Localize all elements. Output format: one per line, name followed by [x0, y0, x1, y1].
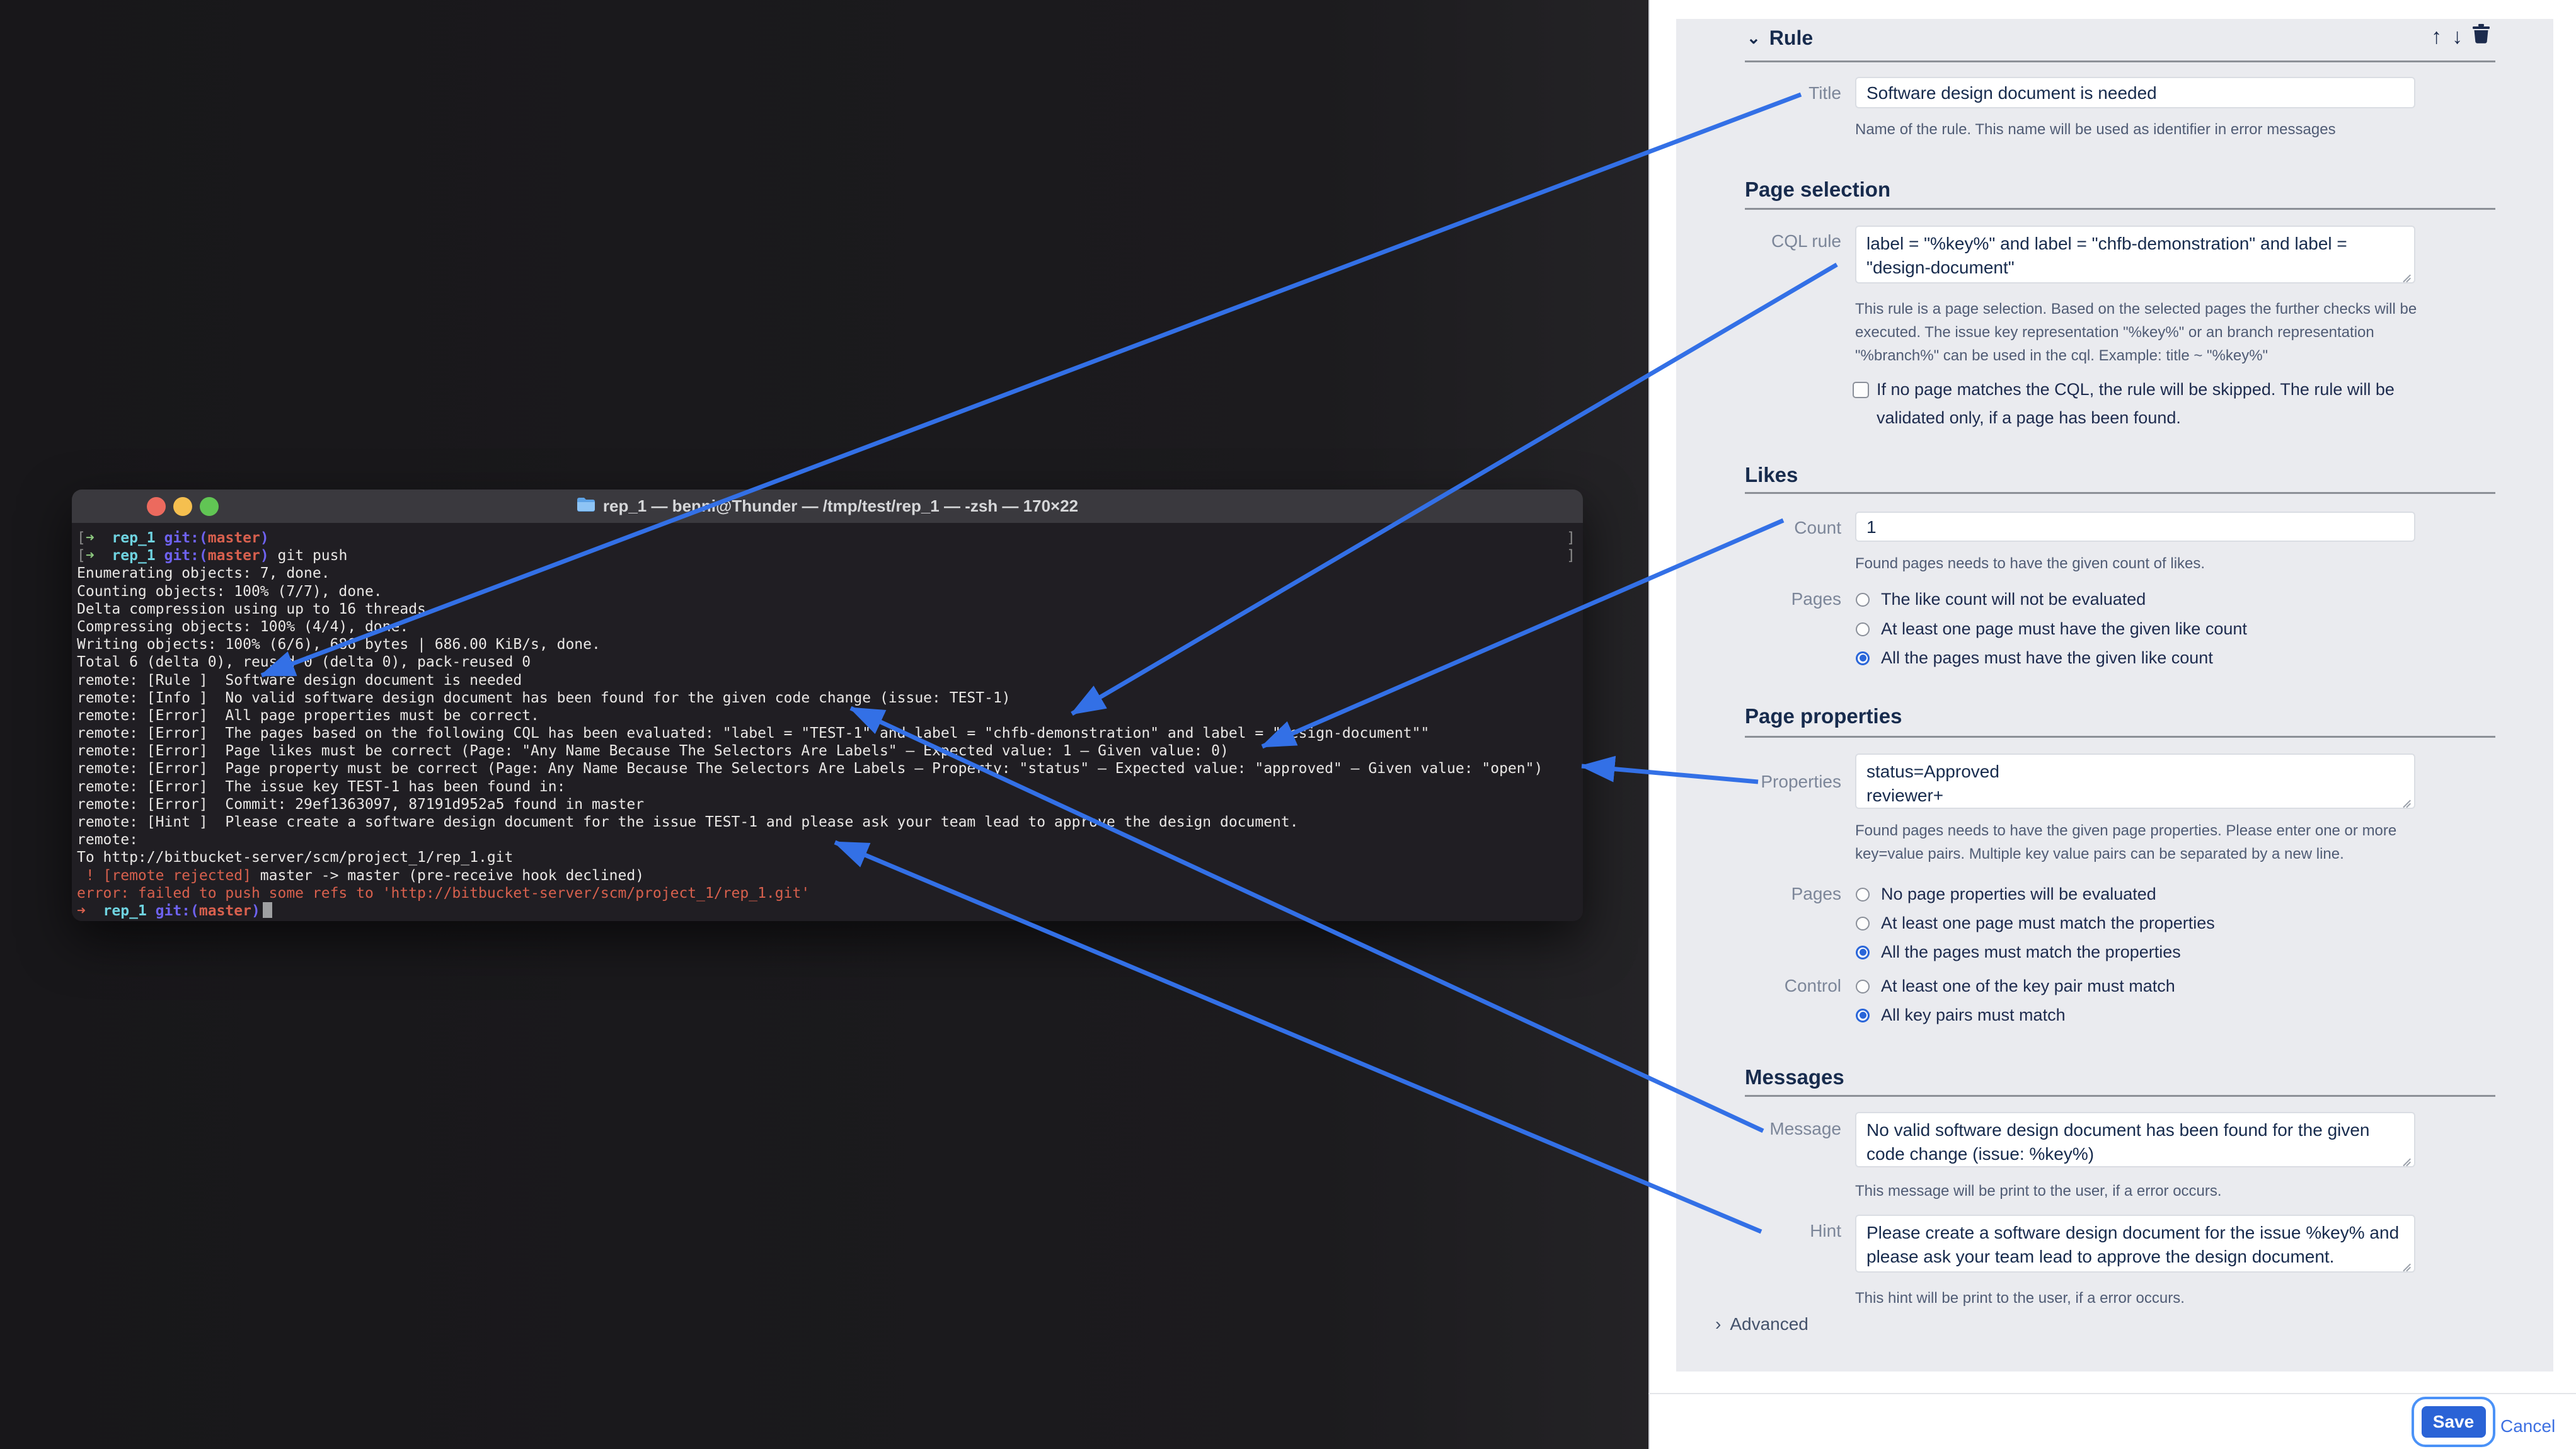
- properties-field-label: Properties: [1676, 772, 1841, 792]
- terminal-line: remote: [Error] Page property must be co…: [72, 760, 1583, 777]
- control-option-0[interactable]: At least one of the key pair must match: [1856, 976, 2175, 996]
- message-field-label: Message: [1676, 1119, 1841, 1139]
- terminal-output: [➜ rep_1 git:(master)][➜ rep_1 git:(mast…: [72, 523, 1583, 921]
- cancel-link[interactable]: Cancel: [2500, 1416, 2555, 1436]
- hint-textarea[interactable]: Please create a software design document…: [1855, 1215, 2415, 1273]
- properties-pages-label: Pages: [1676, 884, 1841, 904]
- folder-icon: [577, 496, 595, 517]
- likes-pages-option-1[interactable]: At least one page must have the given li…: [1856, 619, 2247, 639]
- terminal-line: remote: [Error] Commit: 29ef1363097, 871…: [72, 796, 1583, 813]
- delete-rule-icon[interactable]: [2473, 24, 2490, 49]
- cql-rule-textarea[interactable]: label = "%key%" and label = "chfb-demons…: [1855, 226, 2415, 284]
- divider: [1745, 1095, 2495, 1097]
- messages-heading: Messages: [1745, 1065, 1844, 1089]
- cql-helper-text: This rule is a page selection. Based on …: [1855, 297, 2447, 367]
- terminal-line: Writing objects: 100% (6/6), 686 bytes |…: [72, 636, 1583, 653]
- properties-pages-option-2[interactable]: All the pages must match the properties: [1856, 942, 2181, 962]
- message-helper-text: This message will be print to the user, …: [1855, 1179, 2447, 1203]
- radio-icon[interactable]: [1856, 917, 1870, 931]
- divider: [1745, 60, 2495, 62]
- terminal-title: rep_1 — benni@Thunder — /tmp/test/rep_1 …: [577, 496, 1078, 517]
- message-textarea[interactable]: No valid software design document has be…: [1855, 1112, 2415, 1167]
- terminal-line: remote: [Error] Page likes must be corre…: [72, 742, 1583, 760]
- rule-section-title: Rule: [1769, 26, 1813, 50]
- panel-divider: [1648, 0, 1650, 1449]
- move-rule-up-icon[interactable]: ↑: [2431, 25, 2442, 49]
- likes-pages-label: Pages: [1676, 589, 1841, 609]
- chevron-down-icon: ⌄: [1747, 28, 1761, 48]
- control-option-1[interactable]: All key pairs must match: [1856, 1005, 2066, 1025]
- hint-field-label: Hint: [1676, 1221, 1841, 1241]
- terminal-line: remote: [Error] The pages based on the f…: [72, 724, 1583, 742]
- terminal-line: Compressing objects: 100% (4/4), done.: [72, 618, 1583, 636]
- terminal-line: error: failed to push some refs to 'http…: [72, 885, 1583, 902]
- move-rule-down-icon[interactable]: ↓: [2452, 25, 2463, 49]
- radio-selected-icon[interactable]: [1856, 1009, 1870, 1022]
- properties-pages-option-1[interactable]: At least one page must match the propert…: [1856, 914, 2215, 933]
- likes-pages-option-0[interactable]: The like count will not be evaluated: [1856, 590, 2146, 609]
- skip-rule-checkbox[interactable]: [1853, 382, 1869, 398]
- zoom-window-button[interactable]: [200, 497, 219, 516]
- rule-config-panel: [1676, 19, 2553, 1372]
- terminal-line: Delta compression using up to 16 threads: [72, 600, 1583, 618]
- terminal-titlebar[interactable]: rep_1 — benni@Thunder — /tmp/test/rep_1 …: [72, 490, 1583, 524]
- resize-handle-icon[interactable]: [2400, 1257, 2411, 1268]
- skip-rule-checkbox-label: If no page matches the CQL, the rule wil…: [1877, 375, 2431, 432]
- save-button-focus-ring: Save: [2412, 1397, 2495, 1447]
- terminal-line: ! [remote rejected] master -> master (pr…: [72, 867, 1583, 885]
- radio-icon[interactable]: [1856, 622, 1870, 636]
- terminal-line: To http://bitbucket-server/scm/project_1…: [72, 849, 1583, 866]
- properties-pages-option-0[interactable]: No page properties will be evaluated: [1856, 885, 2156, 904]
- radio-icon[interactable]: [1856, 593, 1870, 607]
- radio-icon[interactable]: [1856, 888, 1870, 902]
- terminal-line: remote: [Error] All page properties must…: [72, 707, 1583, 724]
- divider: [1745, 208, 2495, 210]
- count-field-label: Count: [1676, 518, 1841, 538]
- resize-handle-icon[interactable]: [2400, 1152, 2411, 1163]
- terminal-window: rep_1 — benni@Thunder — /tmp/test/rep_1 …: [72, 490, 1583, 921]
- page: rep_1 — benni@Thunder — /tmp/test/rep_1 …: [0, 0, 2576, 1449]
- radio-selected-icon[interactable]: [1856, 651, 1870, 665]
- terminal-line: ➜ rep_1 git:(master): [72, 902, 1583, 920]
- title-helper-text: Name of the rule. This name will be used…: [1855, 118, 2447, 141]
- title-field-label: Title: [1676, 83, 1841, 103]
- advanced-toggle[interactable]: › Advanced: [1715, 1314, 1808, 1334]
- chevron-right-icon: ›: [1715, 1314, 1721, 1334]
- divider: [1745, 492, 2495, 494]
- control-label: Control: [1676, 976, 1841, 996]
- rule-section-header[interactable]: ⌄ Rule: [1747, 26, 1813, 50]
- radio-selected-icon[interactable]: [1856, 946, 1870, 959]
- terminal-line: remote: [Rule ] Software design document…: [72, 672, 1583, 689]
- save-button[interactable]: Save: [2422, 1406, 2486, 1438]
- cql-field-label: CQL rule: [1676, 231, 1841, 251]
- terminal-title-text: rep_1 — benni@Thunder — /tmp/test/rep_1 …: [603, 496, 1078, 516]
- likes-heading: Likes: [1745, 463, 1798, 487]
- like-count-input[interactable]: 1: [1855, 512, 2415, 542]
- close-window-button[interactable]: [147, 497, 166, 516]
- likes-pages-option-2[interactable]: All the pages must have the given like c…: [1856, 648, 2213, 668]
- title-input[interactable]: Software design document is needed: [1855, 77, 2415, 108]
- advanced-label: Advanced: [1730, 1314, 1808, 1334]
- terminal-line: [➜ rep_1 git:(master)]: [72, 529, 1583, 547]
- radio-icon[interactable]: [1856, 980, 1870, 994]
- terminal-line: remote: [Error] The issue key TEST-1 has…: [72, 778, 1583, 796]
- properties-textarea[interactable]: status=Approved reviewer+: [1855, 753, 2415, 809]
- hint-helper-text: This hint will be print to the user, if …: [1855, 1286, 2447, 1310]
- terminal-line: remote:: [72, 831, 1583, 849]
- terminal-line: Counting objects: 100% (7/7), done.: [72, 583, 1583, 600]
- terminal-line: Enumerating objects: 7, done.: [72, 564, 1583, 582]
- resize-handle-icon[interactable]: [2400, 268, 2411, 279]
- terminal-line: [➜ rep_1 git:(master) git push]: [72, 547, 1583, 564]
- page-properties-heading: Page properties: [1745, 704, 1902, 728]
- page-selection-heading: Page selection: [1745, 178, 1890, 202]
- count-helper-text: Found pages needs to have the given coun…: [1855, 552, 2447, 575]
- resize-handle-icon[interactable]: [2400, 793, 2411, 805]
- terminal-line: remote: [Info ] No valid software design…: [72, 689, 1583, 707]
- minimize-window-button[interactable]: [173, 497, 192, 516]
- terminal-line: remote: [Hint ] Please create a software…: [72, 813, 1583, 831]
- terminal-line: Total 6 (delta 0), reused 0 (delta 0), p…: [72, 653, 1583, 671]
- divider: [1745, 736, 2495, 738]
- footer-divider: [1648, 1393, 2576, 1394]
- properties-helper-text: Found pages needs to have the given page…: [1855, 819, 2447, 866]
